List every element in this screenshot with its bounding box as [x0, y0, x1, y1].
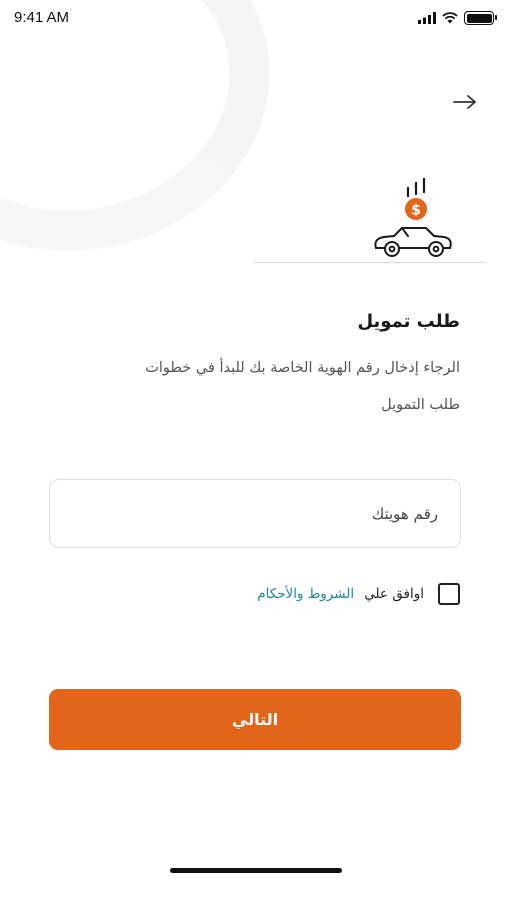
- battery-icon: [464, 11, 497, 25]
- background-decoration: [0, 0, 292, 276]
- arrow-right-icon: [453, 95, 476, 109]
- coin-symbol: $: [411, 203, 421, 219]
- instructions-line-1: الرجاء إدخال رقم الهوية الخاصة بك للبدأ …: [145, 360, 460, 376]
- status-bar: 9:41 AM: [0, 0, 506, 38]
- wifi-icon: [442, 12, 458, 24]
- id-number-input[interactable]: [50, 480, 460, 547]
- status-icons: [418, 11, 497, 25]
- terms-link[interactable]: الشروط والأحكام: [257, 586, 354, 602]
- instructions-line-2: طلب التمويل: [381, 397, 460, 413]
- instructions-text: الرجاء إدخال رقم الهوية الخاصة بك للبدأ …: [70, 350, 460, 424]
- divider: [254, 262, 486, 263]
- status-time: 9:41 AM: [14, 9, 70, 26]
- home-indicator: [170, 868, 342, 873]
- terms-agree-text: اوافق علي: [364, 586, 424, 602]
- signal-icon: [418, 12, 436, 24]
- car-icon: [374, 227, 452, 257]
- page-title: طلب تمويل: [357, 311, 460, 332]
- terms-checkbox[interactable]: [438, 583, 460, 605]
- back-button[interactable]: [448, 88, 482, 116]
- next-button[interactable]: التالي: [49, 689, 461, 750]
- id-number-field[interactable]: [49, 479, 461, 548]
- rising-bars-icon: [406, 177, 426, 198]
- car-finance-logo: $: [374, 177, 452, 257]
- terms-row: اوافق علي الشروط والأحكام: [257, 581, 460, 607]
